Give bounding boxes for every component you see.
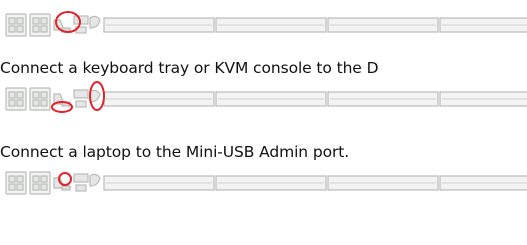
step-caption: Connect a keyboard tray or KVM console t… [0,59,379,77]
step-caption: Connect a laptop to the Mini-USB Admin p… [0,143,350,161]
switch-rear-panel-illustration [5,11,527,37]
switch-rear-panel-illustration [5,81,527,113]
device-diagram-console-ports [4,80,527,120]
power-module-2 [29,87,51,111]
power-module-1 [5,171,27,195]
switch-rear-panel-illustration [5,171,527,195]
power-module-1 [5,87,27,111]
power-module-2 [29,13,51,37]
device-diagram-mini-usb-admin-port [4,164,527,204]
power-module-2 [29,171,51,195]
power-module-1 [5,13,27,37]
device-diagram-network-port [4,0,527,37]
